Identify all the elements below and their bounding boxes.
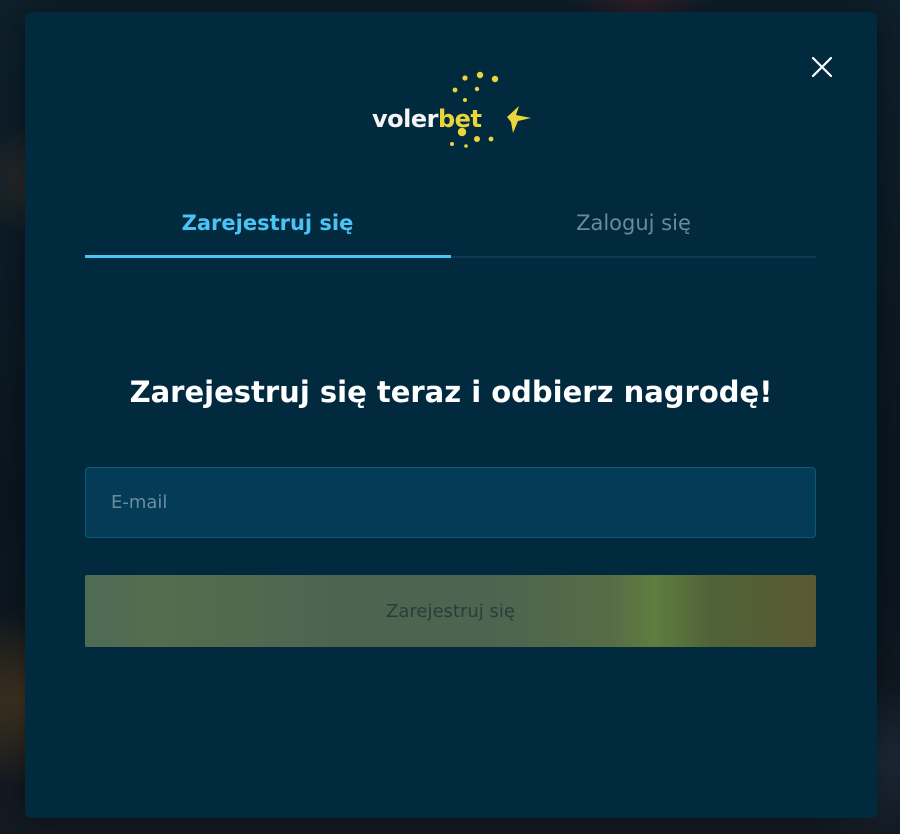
close-icon <box>811 56 833 78</box>
registration-headline: Zarejestruj się teraz i odbierz nagrodę! <box>129 375 773 409</box>
close-button[interactable] <box>807 52 837 82</box>
logo-wordmark: volerbet <box>372 105 482 133</box>
tab-active-indicator <box>85 255 451 258</box>
volerbet-logo: volerbet <box>369 70 539 152</box>
logo-word-bet: bet <box>437 105 482 133</box>
logo-word-voler: voler <box>372 105 438 133</box>
registration-modal: volerbet Zarejestruj się Zaloguj się Zar… <box>25 12 877 818</box>
auth-tabs: Zarejestruj się Zaloguj się <box>85 190 816 258</box>
tab-login[interactable]: Zaloguj się <box>451 190 816 256</box>
tab-register[interactable]: Zarejestruj się <box>85 190 450 256</box>
email-input[interactable] <box>85 467 816 538</box>
register-submit-button[interactable]: Zarejestruj się <box>85 575 816 647</box>
